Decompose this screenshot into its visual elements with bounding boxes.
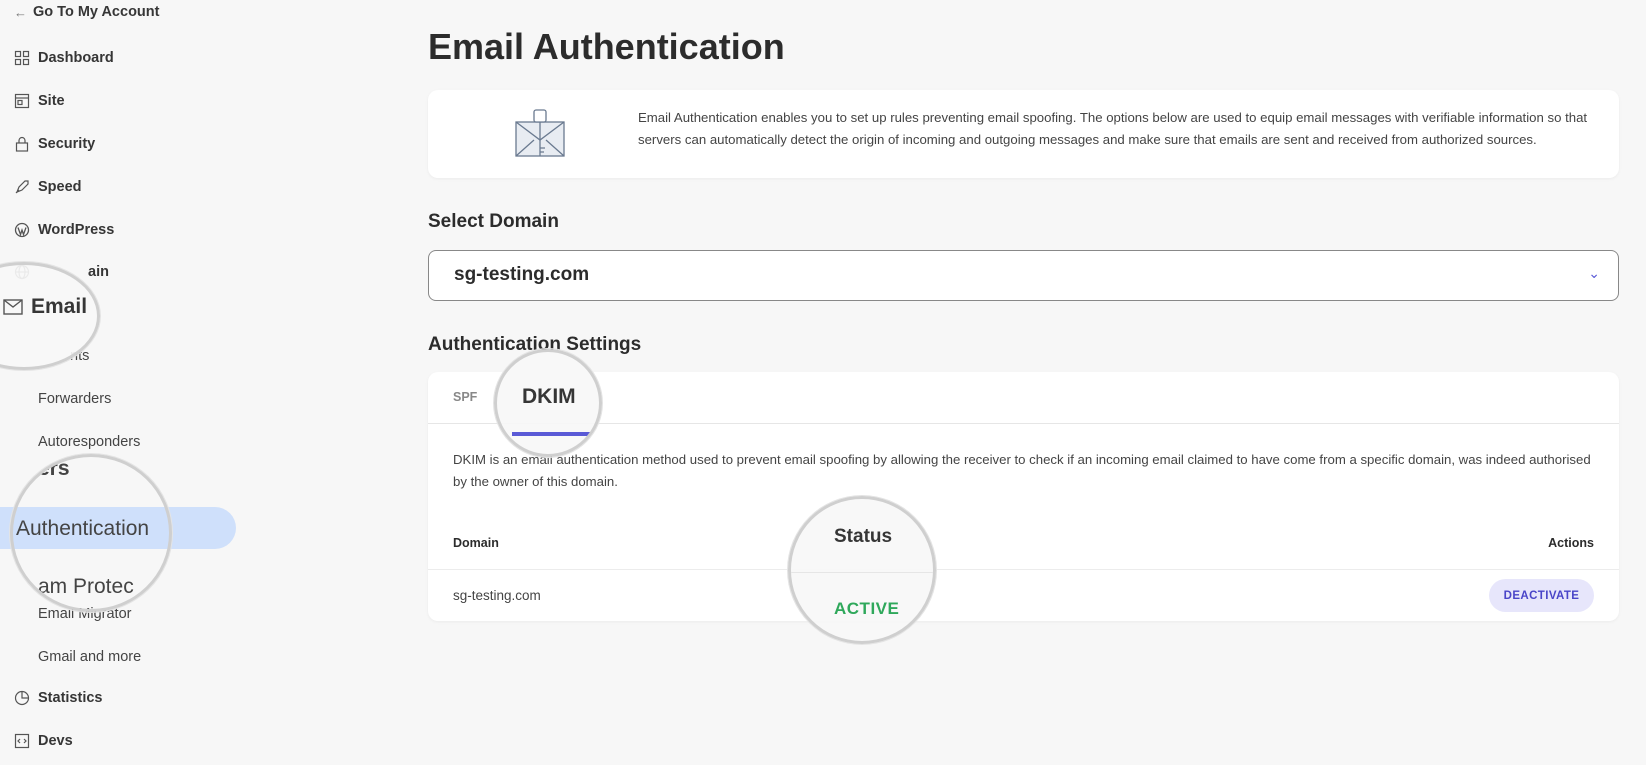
pie-chart-icon	[14, 690, 30, 706]
sidebar-item-label: WordPress	[38, 222, 115, 238]
tab-active-indicator	[512, 432, 590, 436]
info-text: Email Authentication enables you to set …	[638, 110, 1588, 147]
table-cell-domain: sg-testing.com	[453, 588, 541, 603]
tab-spf[interactable]: SPF	[453, 390, 477, 404]
table-header-actions: Actions	[1548, 536, 1594, 550]
arrow-left-icon: ←	[14, 4, 27, 20]
go-to-account-label: Go To My Account	[33, 4, 160, 20]
magnifier-authentication: ers Authentication am Protec	[10, 454, 172, 612]
domain-select[interactable]: sg-testing.com ⌄	[428, 250, 1619, 301]
sidebar-item-label: Dashboard	[38, 50, 114, 66]
sidebar-subitem-filters-partial: ers	[38, 457, 70, 480]
page-title: Email Authentication	[428, 26, 785, 67]
chevron-down-icon: ⌄	[1588, 265, 1600, 281]
sidebar-item-label: Email	[31, 295, 88, 318]
info-card: Email Authentication enables you to set …	[428, 90, 1619, 178]
sidebar-subitem-gmail[interactable]: Gmail and more	[38, 649, 141, 665]
sidebar: ← Go To My Account Dashboard Site Securi…	[0, 0, 300, 765]
go-to-account-link[interactable]: ← Go To My Account	[14, 4, 159, 20]
sidebar-item-label: Devs	[38, 733, 73, 749]
sidebar-item-speed[interactable]: Speed	[14, 179, 82, 195]
sidebar-item-dashboard[interactable]: Dashboard	[14, 50, 114, 66]
site-icon	[14, 93, 30, 109]
table-header-domain: Domain	[453, 536, 499, 550]
select-domain-label: Select Domain	[428, 211, 559, 232]
tab-bar: SPF	[428, 372, 1619, 424]
tab-dkim[interactable]: DKIM	[522, 385, 576, 409]
sidebar-item-statistics[interactable]: Statistics	[14, 690, 102, 706]
table-divider	[428, 569, 1619, 570]
table-header-status: Status	[834, 526, 893, 547]
sidebar-subitem-label: Authentication	[16, 517, 150, 540]
sidebar-item-label: Speed	[38, 179, 82, 195]
key-envelope-icon	[515, 109, 565, 157]
magnifier-status: Status ACTIVE	[788, 496, 936, 644]
magnifier-dkim: DKIM	[494, 349, 602, 457]
table-divider	[791, 572, 933, 573]
auth-settings-card: SPF DKIM is an email authentication meth…	[428, 372, 1619, 621]
sidebar-item-label: Site	[38, 93, 65, 109]
rocket-icon	[15, 180, 29, 194]
sidebar-item-label: ain	[88, 264, 109, 280]
status-badge: ACTIVE	[834, 599, 900, 618]
dkim-description: DKIM is an email authentication method u…	[453, 452, 1591, 489]
sidebar-item-label: Security	[38, 136, 96, 152]
envelope-icon	[3, 299, 23, 315]
code-icon	[14, 733, 30, 749]
sidebar-item-site[interactable]: Site	[14, 93, 65, 109]
sidebar-item-email[interactable]: Email	[3, 295, 87, 319]
domain-select-value: sg-testing.com	[454, 264, 590, 285]
sidebar-item-devs[interactable]: Devs	[14, 733, 73, 749]
lock-icon	[15, 136, 29, 152]
sidebar-subitem-autoresponders[interactable]: Autoresponders	[38, 434, 140, 450]
sidebar-subitem-spam-partial: am Protec	[38, 575, 134, 598]
deactivate-button[interactable]: DEACTIVATE	[1489, 579, 1594, 612]
sidebar-item-security[interactable]: Security	[14, 136, 95, 152]
sidebar-subitem-forwarders[interactable]: Forwarders	[38, 391, 111, 407]
wordpress-icon	[14, 222, 30, 238]
sidebar-item-wordpress[interactable]: WordPress	[14, 222, 114, 238]
grid-icon	[14, 50, 30, 66]
sidebar-item-label: Statistics	[38, 690, 103, 706]
